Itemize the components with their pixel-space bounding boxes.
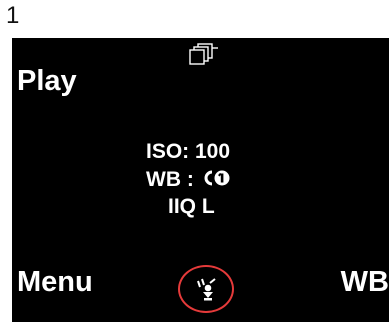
play-softkey[interactable]: Play [17, 67, 77, 96]
camera-display: Play Menu WB ISO: 100 WB : IIQ L [12, 38, 389, 322]
wb-label: WB : [146, 168, 194, 191]
wb-softkey[interactable]: WB [341, 268, 389, 297]
menu-softkey[interactable]: Menu [17, 268, 93, 297]
firewire-connection-icon [197, 278, 216, 301]
custom-white-balance-1-icon [204, 170, 230, 186]
connection-status[interactable] [178, 265, 238, 315]
stacked-images-icon [189, 43, 218, 65]
wb-setting: WB : [146, 167, 230, 193]
page-number: 1 [6, 2, 20, 29]
iso-value: ISO: 100 [146, 140, 231, 163]
file-format: IIQ L [168, 195, 215, 218]
